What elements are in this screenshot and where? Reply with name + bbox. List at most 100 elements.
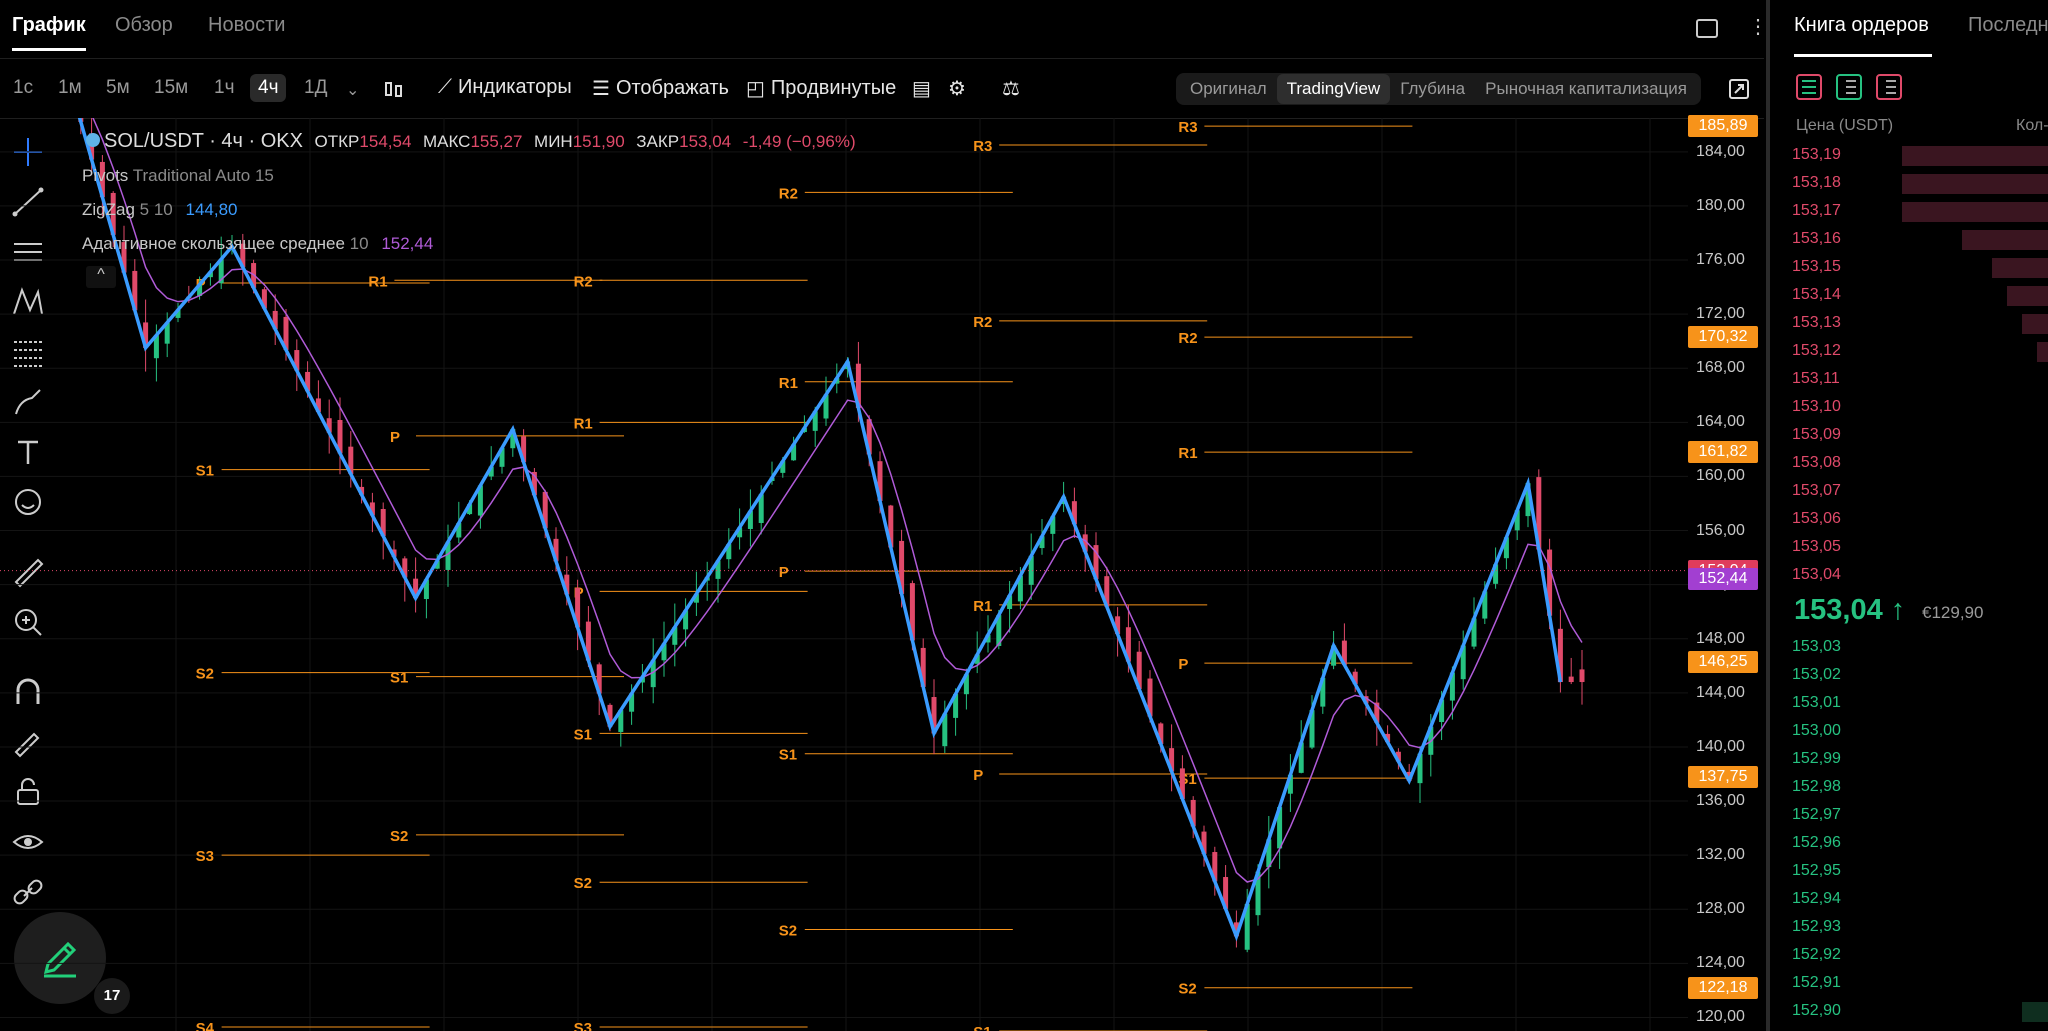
advanced-button[interactable]: ◰ Продвинутые xyxy=(746,76,896,101)
sol-logo-icon xyxy=(86,133,100,147)
both-sides-view-icon[interactable] xyxy=(1796,74,1822,100)
price-tick-label: 172,00 xyxy=(1696,305,1745,323)
ask-price-row[interactable]: 153,07 xyxy=(1792,482,1841,500)
pivot-label: R1 xyxy=(574,415,593,432)
timeframe-1h[interactable]: 1ч xyxy=(214,77,234,99)
tab-recent-trades[interactable]: Последние xyxy=(1968,14,2048,37)
view-depth[interactable]: Глубина xyxy=(1390,74,1475,104)
ask-depth-bar xyxy=(1902,146,2048,166)
view-market-cap[interactable]: Рыночная капитализация xyxy=(1475,74,1697,104)
pivots-legend[interactable]: Pivots Traditional Auto 15 xyxy=(82,166,274,186)
price-tick-label: 144,00 xyxy=(1696,683,1745,701)
bid-price-row[interactable]: 152,91 xyxy=(1792,974,1841,992)
bid-price-row[interactable]: 152,98 xyxy=(1792,778,1841,796)
tab-chart[interactable]: График xyxy=(12,14,86,51)
qty-column-header: Кол- xyxy=(2016,117,2048,134)
chevron-down-icon[interactable]: ⌄ xyxy=(346,80,359,100)
bid-price-row[interactable]: 152,90 xyxy=(1792,1002,1841,1020)
orderbook-panel: Книга ордеров Последние Цена (USDT) Кол-… xyxy=(1766,0,2048,1031)
ask-depth-bar xyxy=(1902,174,2048,194)
scale-icon[interactable]: ⚖ xyxy=(1002,76,1020,101)
pivot-label: S2 xyxy=(196,666,214,683)
pivot-label: S1 xyxy=(973,1024,991,1031)
price-tick-label: 176,00 xyxy=(1696,251,1745,269)
ask-price-row[interactable]: 153,04 xyxy=(1792,566,1841,584)
price-tick-label: 124,00 xyxy=(1696,954,1745,972)
pivot-label: S2 xyxy=(390,828,408,845)
timeframe-1s[interactable]: 1с xyxy=(13,77,33,99)
ask-price-row[interactable]: 153,10 xyxy=(1792,398,1841,416)
ask-price-row[interactable]: 153,16 xyxy=(1792,230,1841,248)
ask-price-row[interactable]: 153,14 xyxy=(1792,286,1841,304)
ask-price-row[interactable]: 153,08 xyxy=(1792,454,1841,472)
low-label: МИН xyxy=(534,132,573,151)
ask-price-row[interactable]: 153,06 xyxy=(1792,510,1841,528)
timeframe-5m[interactable]: 5м xyxy=(106,77,130,99)
symbol-title: SOL/USDT · 4ч · OKX xyxy=(104,130,303,152)
display-button[interactable]: ☰ Отображать xyxy=(592,76,729,101)
tab-orderbook[interactable]: Книга ордеров xyxy=(1794,14,1929,37)
bid-price-row[interactable]: 152,93 xyxy=(1792,918,1841,936)
fullscreen-icon[interactable] xyxy=(1728,78,1750,100)
price-level-box: 170,32 xyxy=(1688,325,1758,348)
ask-price-row[interactable]: 153,18 xyxy=(1792,174,1841,192)
high-label: МАКС xyxy=(422,132,471,151)
close-label: ЗАКР xyxy=(636,132,680,151)
ama-params: 10 xyxy=(349,234,369,253)
view-tradingview[interactable]: TradingView xyxy=(1276,74,1391,104)
view-original[interactable]: Оригинал xyxy=(1180,74,1277,104)
price-level-box: 122,18 xyxy=(1688,976,1758,999)
bid-price-row[interactable]: 153,00 xyxy=(1792,722,1841,740)
price-tick-label: 156,00 xyxy=(1696,521,1745,539)
pivot-label: R2 xyxy=(973,314,992,331)
price-chart[interactable]: R1 P S1 S2 S3 S4 P S1 S2 R2 R1 P S1 S2 S3 R2 R1 P S1 S2 R3 R2… xyxy=(0,118,1688,1031)
calendar-icon[interactable]: ▤ xyxy=(912,76,931,101)
close-value: 153,04 xyxy=(679,132,732,151)
ama-legend[interactable]: Адаптивное скользящее среднее 10 152,44 xyxy=(82,234,433,254)
ask-price-row[interactable]: 153,09 xyxy=(1792,426,1841,444)
indicators-button[interactable]: ⟋ Индикаторы xyxy=(438,76,572,99)
display-label: Отображать xyxy=(615,77,729,99)
pivot-label: R3 xyxy=(1178,119,1197,136)
bid-price-row[interactable]: 153,01 xyxy=(1792,694,1841,712)
timeframe-4h[interactable]: 4ч xyxy=(250,74,287,102)
window-icon[interactable] xyxy=(1696,19,1718,38)
bid-price-row[interactable]: 152,97 xyxy=(1792,806,1841,824)
price-tick-label: 184,00 xyxy=(1696,142,1745,160)
pivots-name: Pivots xyxy=(82,166,129,185)
pivot-label: R1 xyxy=(779,375,798,392)
tab-news[interactable]: Новости xyxy=(208,14,285,37)
bid-price-row[interactable]: 153,03 xyxy=(1792,638,1841,656)
ask-price-row[interactable]: 153,13 xyxy=(1792,314,1841,332)
arrow-up-icon: ↑ xyxy=(1890,594,1906,626)
ask-depth-bar xyxy=(1962,230,2048,250)
more-icon[interactable]: ⋮ xyxy=(1748,14,1768,39)
timeframe-1d[interactable]: 1Д xyxy=(304,77,327,99)
ask-price-row[interactable]: 153,12 xyxy=(1792,342,1841,360)
bid-price-row[interactable]: 152,96 xyxy=(1792,834,1841,852)
pivot-label: P xyxy=(779,564,789,581)
orderbook-tab-underline xyxy=(1794,54,1932,57)
timeframe-1m[interactable]: 1м xyxy=(58,77,82,99)
ask-price-row[interactable]: 153,15 xyxy=(1792,258,1841,276)
bid-price-row[interactable]: 152,92 xyxy=(1792,946,1841,964)
pivot-label: P xyxy=(390,429,400,446)
settings-gear-icon[interactable]: ⚙ xyxy=(948,76,966,101)
bid-price-row[interactable]: 153,02 xyxy=(1792,666,1841,684)
ask-price-row[interactable]: 153,17 xyxy=(1792,202,1841,220)
bid-price-row[interactable]: 152,94 xyxy=(1792,890,1841,908)
price-axis[interactable]: 184,00 180,00 176,00 172,00 168,00 164,00 160,… xyxy=(1688,115,1764,1031)
ask-price-row[interactable]: 153,19 xyxy=(1792,146,1841,164)
collapse-legend-button[interactable]: ^ xyxy=(86,266,116,288)
tab-overview[interactable]: Обзор xyxy=(115,14,173,37)
bid-price-row[interactable]: 152,95 xyxy=(1792,862,1841,880)
asks-view-icon[interactable] xyxy=(1876,74,1902,100)
ask-price-row[interactable]: 153,05 xyxy=(1792,538,1841,556)
price-level-box: 152,44 xyxy=(1688,567,1758,590)
ask-price-row[interactable]: 153,11 xyxy=(1792,370,1840,388)
timeframe-15m[interactable]: 15м xyxy=(154,77,188,99)
zigzag-legend[interactable]: ZigZag 5 10 144,80 xyxy=(82,200,237,220)
bid-price-row[interactable]: 152,99 xyxy=(1792,750,1841,768)
candle-type-icon[interactable] xyxy=(382,78,406,102)
bids-view-icon[interactable] xyxy=(1836,74,1862,100)
